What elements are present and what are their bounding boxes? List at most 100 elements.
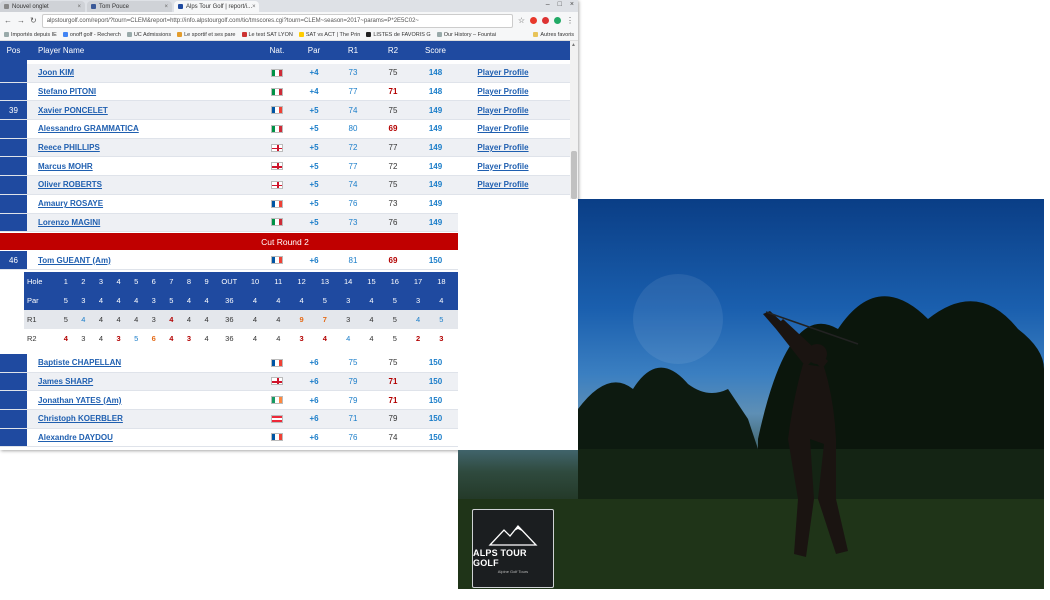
menu-icon[interactable]: ⋮ [566, 16, 574, 25]
player-name-link[interactable]: Alessandro GRAMMATICA [27, 124, 259, 133]
star-icon[interactable]: ☆ [518, 16, 525, 25]
par-value: +5 [309, 180, 319, 190]
table-row: Stefano PITONI +4 77 71 148 Player Profile [0, 82, 570, 102]
col-r1: R1 [347, 46, 359, 55]
nationality [259, 377, 295, 386]
total-score: 150 [428, 376, 443, 386]
total-score: 149 [428, 180, 443, 190]
player-name-link[interactable]: Lorenzo MAGINI [27, 218, 259, 227]
par-value: +6 [309, 376, 319, 386]
par-value: +5 [309, 105, 319, 115]
player-name-link[interactable]: Oliver ROBERTS [27, 180, 259, 189]
reload-icon[interactable]: ↻ [30, 16, 37, 25]
player-name-link[interactable]: Marcus MOHR [27, 162, 259, 171]
bookmark[interactable]: SAT vs ACT | The Prin [298, 32, 360, 38]
player-name-link[interactable]: Christoph KOERBLER [27, 414, 259, 423]
player-name-link[interactable]: Baptiste CHAPELLAN [27, 358, 259, 367]
alps-tour-logo: ALPS TOUR GOLF Alpine Golf Tours [472, 509, 554, 588]
par-value: +5 [309, 217, 319, 227]
page-icon [178, 4, 183, 9]
player-name-link[interactable]: Amaury ROSAYE [27, 199, 259, 208]
bookmark[interactable]: Our History – Fountai [436, 32, 496, 38]
mountain-icon [488, 524, 538, 546]
position [0, 409, 27, 428]
table-row: 39 Xavier PONCELET +5 74 75 149 Player Profile [0, 101, 570, 121]
scorecard-cell: 3 [186, 333, 192, 343]
maximize-icon[interactable]: □ [558, 1, 562, 8]
extension-icon[interactable] [554, 17, 561, 24]
col-par: Par [307, 46, 321, 55]
table-row: Oliver ROBERTS +5 74 75 149 Player Profile [0, 176, 570, 195]
scorecard-cell: 4 [322, 333, 327, 343]
browser-tab[interactable]: Nouvel onglet × [0, 1, 85, 12]
par-value: +6 [309, 432, 319, 442]
scorecard-cell: 18 [437, 276, 446, 286]
player-name-link[interactable]: Reece PHILLIPS [27, 143, 259, 152]
player-profile-link[interactable]: Player Profile [458, 106, 548, 115]
close-icon[interactable]: × [164, 4, 168, 10]
tab-bar: Nouvel onglet × Tom Pouce × Alps Tour Golf… [0, 0, 578, 12]
player-profile-link[interactable]: Player Profile [458, 87, 548, 96]
player-profile-link[interactable]: Player Profile [458, 162, 548, 171]
scroll-thumb[interactable] [571, 151, 577, 199]
close-icon[interactable]: × [252, 4, 256, 10]
scorecard-cell: 4 [369, 314, 374, 324]
player-name-link[interactable]: Stefano PITONI [27, 87, 259, 96]
browser-tab[interactable]: Tom Pouce × [87, 1, 172, 12]
adblock-icon[interactable] [542, 17, 549, 24]
bookmark-other[interactable]: Autres favoris [533, 32, 574, 38]
player-name-link[interactable]: Xavier PONCELET [27, 106, 259, 115]
page-icon [298, 32, 304, 37]
round2-score: 69 [388, 124, 398, 134]
player-name-link[interactable]: Joon KIM [27, 68, 259, 77]
round1-score: 79 [348, 395, 358, 405]
bookmark[interactable]: Le test SAT LYON [241, 32, 293, 38]
bookmark[interactable]: Importés depuis IE [4, 32, 57, 38]
player-name-link[interactable]: Jonathan YATES (Am) [27, 396, 259, 405]
bookmark[interactable]: onoff golf - Recherch [62, 32, 121, 38]
scorecard-cell: 3 [299, 333, 304, 343]
round2-score: 71 [388, 376, 398, 386]
round2-score: 76 [388, 217, 398, 227]
browser-tab-active[interactable]: Alps Tour Golf | report/i... × [174, 1, 259, 12]
scorecard-cell: 4 [98, 333, 104, 343]
round2-score: 71 [388, 87, 398, 97]
total-score: 150 [428, 358, 443, 368]
back-icon[interactable]: ← [4, 16, 12, 25]
bookmark[interactable]: LISTES de FAVORIS G [366, 32, 431, 38]
scroll-up-icon[interactable]: ▲ [571, 42, 576, 48]
scorecard-cell: 4 [252, 295, 258, 305]
player-name-link[interactable]: Alexandre DAYDOU [27, 433, 259, 442]
scorecard-cell: 5 [439, 314, 444, 324]
minimize-icon[interactable]: – [546, 1, 550, 8]
scorecard-cell: 4 [169, 314, 174, 324]
bookmark[interactable]: UC Admissions [126, 32, 171, 38]
position: 46 [0, 251, 27, 269]
total-score: 149 [428, 217, 443, 227]
position [0, 120, 27, 138]
extension-icon[interactable] [530, 17, 537, 24]
player-profile-link[interactable]: Player Profile [458, 180, 548, 189]
round2-score: 77 [388, 143, 398, 153]
scorecard-cell: 4 [369, 333, 374, 343]
scorecard-label: Hole [27, 276, 43, 286]
player-profile-link[interactable]: Player Profile [458, 124, 548, 133]
player-name-link[interactable]: James SHARP [27, 377, 259, 386]
bookmark[interactable]: Le sportif et ses pare [177, 32, 236, 38]
nationality [259, 358, 295, 367]
url-input[interactable]: alpstourgolf.com/report/?tourn=CLEM&repo… [41, 13, 513, 28]
close-icon[interactable]: × [77, 4, 81, 10]
scorecard-cell: 4 [204, 314, 209, 324]
player-profile-link[interactable]: Player Profile [458, 68, 548, 77]
player-profile-link[interactable]: Player Profile [458, 143, 548, 152]
scorecard-cell: 1 [63, 276, 68, 286]
round2-score: 79 [388, 414, 398, 424]
forward-icon[interactable]: → [17, 16, 25, 25]
player-name-link[interactable]: Tom GUEANT (Am) [27, 256, 259, 265]
close-window-icon[interactable]: × [570, 1, 574, 8]
scorecard-cell: 3 [439, 333, 444, 343]
flag-ita-icon [271, 124, 283, 133]
scorecard-cell: 4 [186, 295, 192, 305]
scorecard-cell: 3 [346, 295, 351, 305]
flag-england-icon [271, 377, 283, 386]
